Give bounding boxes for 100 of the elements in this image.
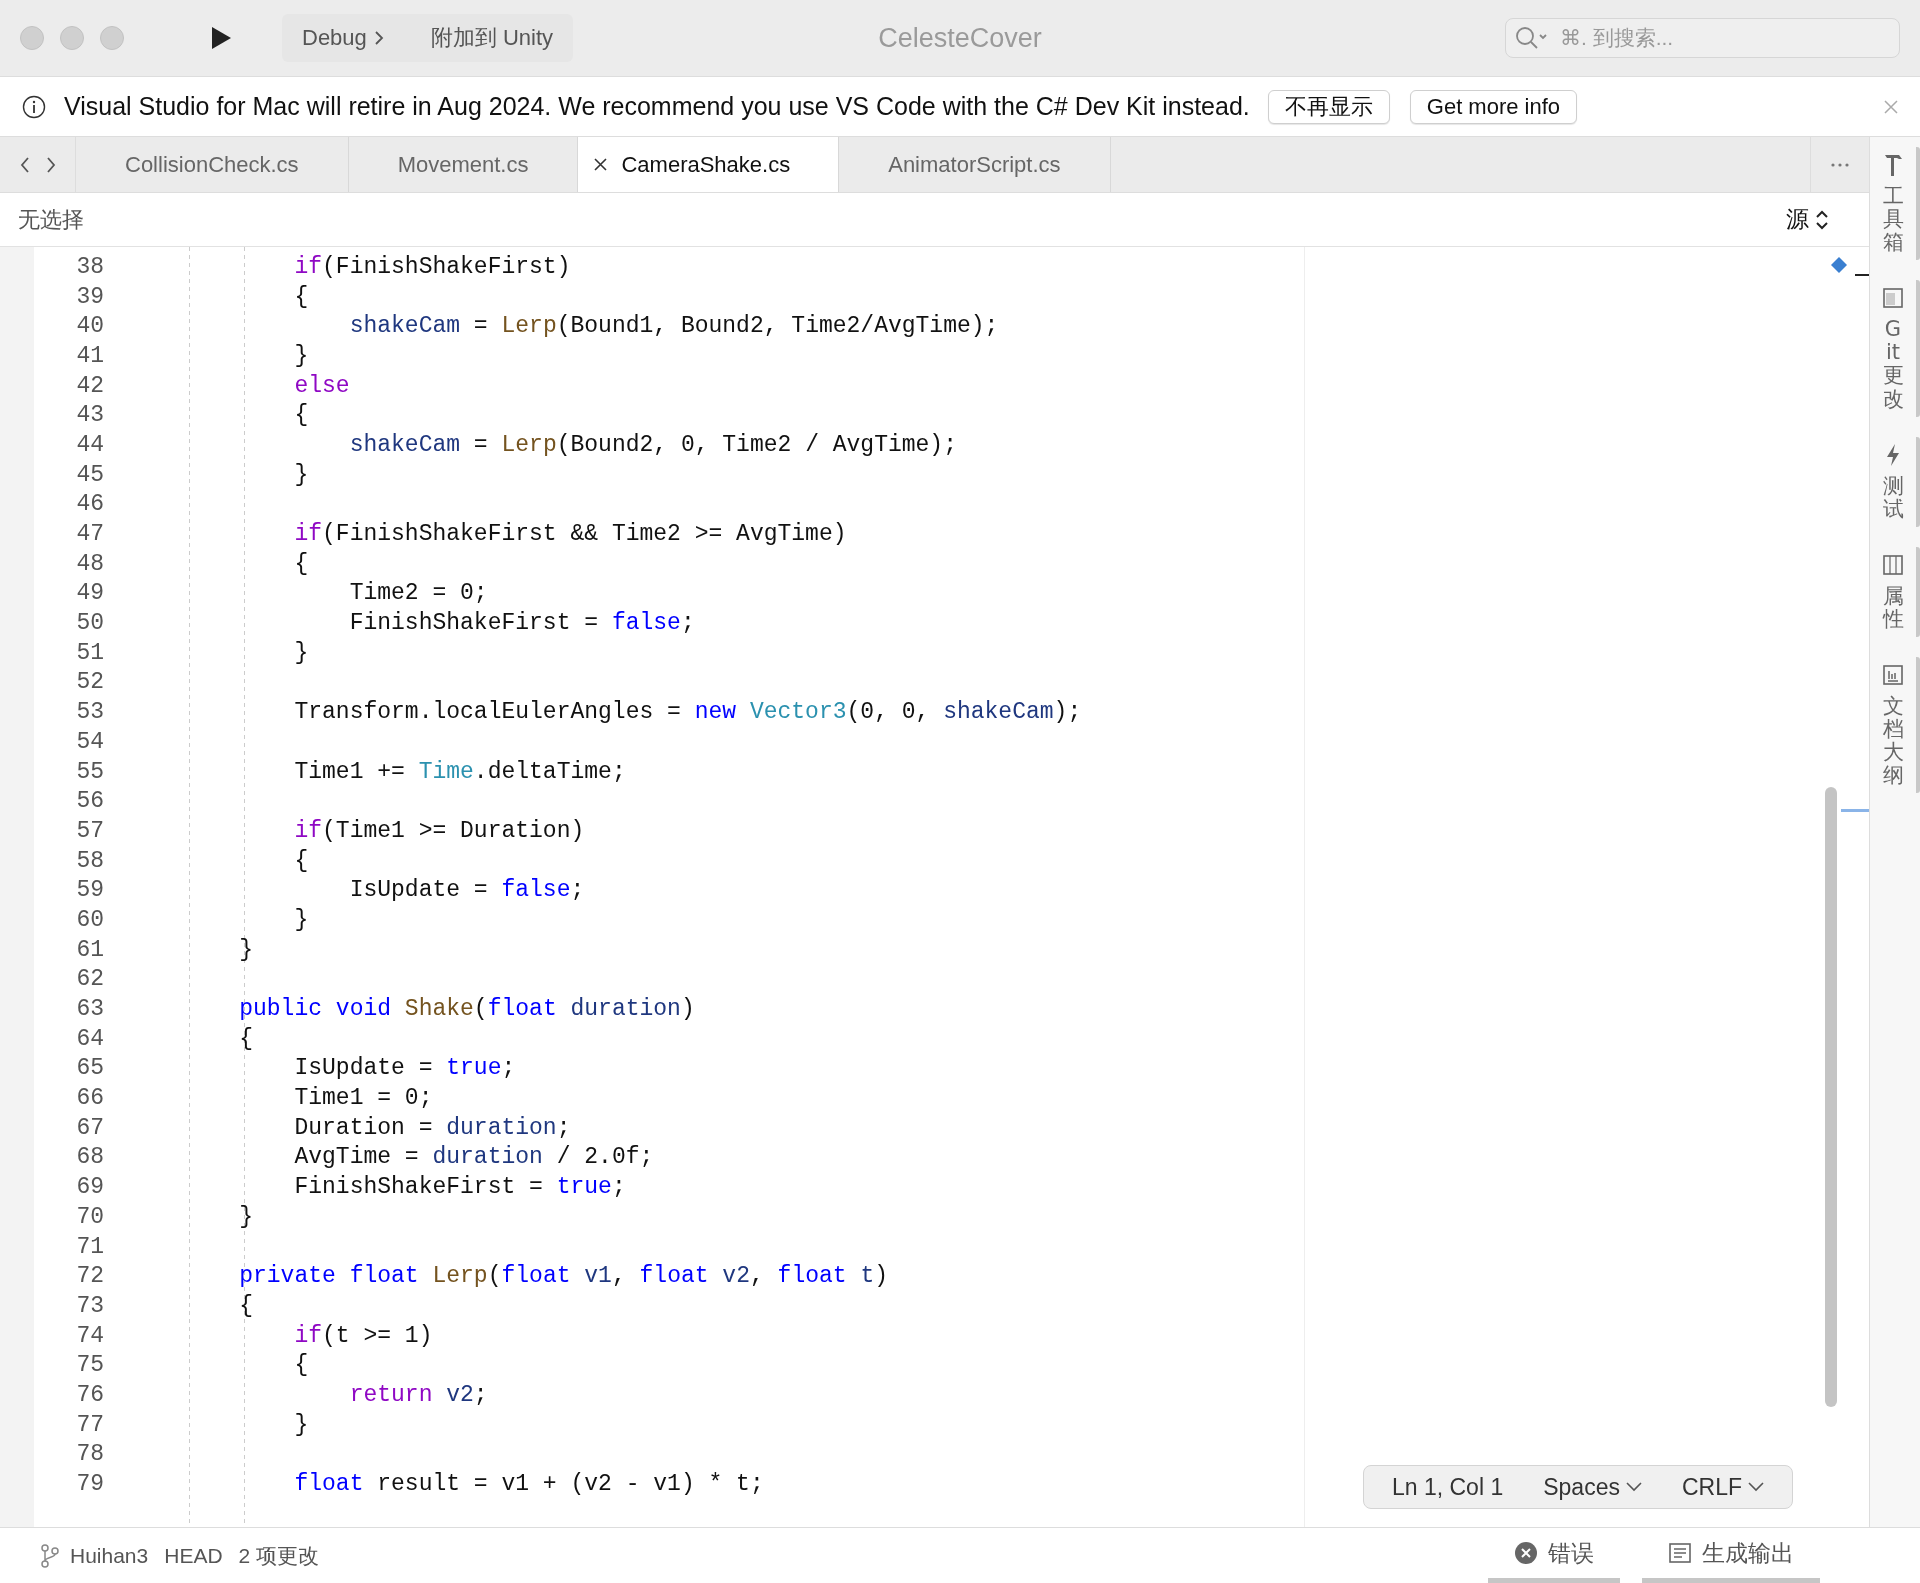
line-number: 63 bbox=[75, 996, 104, 1023]
code-line: } bbox=[238, 936, 253, 963]
side-panel-tab[interactable]: 文档大纲 bbox=[1870, 657, 1920, 794]
line-number: 60 bbox=[75, 906, 104, 933]
output-icon bbox=[1668, 1541, 1692, 1565]
line-number: 75 bbox=[75, 1352, 104, 1379]
panel-icon bbox=[1882, 286, 1904, 311]
overview-marker bbox=[1855, 274, 1869, 276]
code-line: if(FinishShakeFirst && Time2 >= AvgTime) bbox=[293, 521, 847, 548]
line-number: 54 bbox=[75, 728, 104, 755]
code-line: if(FinishShakeFirst) bbox=[293, 253, 571, 280]
cursor-position: Ln 1, Col 1 bbox=[1391, 1473, 1504, 1501]
line-number: 39 bbox=[75, 283, 104, 310]
line-number: 58 bbox=[75, 847, 104, 874]
line-number: 76 bbox=[75, 1381, 104, 1408]
code-line: { bbox=[293, 1352, 309, 1379]
indentation-selector[interactable]: Spaces bbox=[1543, 1473, 1642, 1501]
line-number: 42 bbox=[75, 372, 104, 399]
view-mode-selector[interactable]: 源 bbox=[1786, 204, 1829, 235]
retirement-notice: Visual Studio for Mac will retire in Aug 2024. We recommend you use VS Code with the C# Dev Kit instead. bbox=[64, 92, 1250, 121]
code-line: } bbox=[293, 342, 309, 369]
side-panel-tab[interactable]: Git 更改 bbox=[1870, 280, 1920, 417]
line-number: 38 bbox=[75, 253, 104, 280]
code-line: Duration = duration; bbox=[293, 1114, 571, 1141]
search-field[interactable]: ⌘. 到搜索... bbox=[1505, 18, 1900, 58]
line-number: 43 bbox=[75, 402, 104, 429]
line-number: 74 bbox=[75, 1322, 104, 1349]
line-number: 47 bbox=[75, 521, 104, 548]
code-line: FinishShakeFirst = false; bbox=[348, 610, 695, 637]
file-tab[interactable]: CollisionCheck.cs bbox=[76, 137, 349, 192]
attach-target-selector[interactable]: 附加到 Unity bbox=[430, 23, 554, 53]
file-tab[interactable]: AnimatorScript.cs bbox=[839, 137, 1111, 192]
code-line: } bbox=[293, 906, 309, 933]
line-number: 48 bbox=[75, 550, 104, 577]
line-number: 55 bbox=[75, 758, 104, 785]
scrollbar-thumb[interactable] bbox=[1825, 787, 1837, 1407]
code-line: private float Lerp(float v1, float v2, float t) bbox=[238, 1263, 889, 1290]
code-line: { bbox=[238, 1292, 253, 1319]
forward-icon[interactable] bbox=[44, 155, 57, 174]
back-icon[interactable] bbox=[18, 155, 31, 174]
line-number: 69 bbox=[75, 1174, 104, 1201]
code-line: { bbox=[293, 402, 309, 429]
branch-name[interactable]: Huihan3 bbox=[70, 1543, 149, 1568]
errors-pad-button[interactable]: 错误 bbox=[1488, 1528, 1620, 1583]
bookmark-icon bbox=[1831, 257, 1847, 273]
code-line: Time2 = 0; bbox=[348, 580, 488, 607]
chevron-right-icon bbox=[372, 31, 385, 45]
chart-icon bbox=[1882, 663, 1904, 688]
code-line: FinishShakeFirst = true; bbox=[293, 1174, 626, 1201]
error-icon bbox=[1514, 1541, 1538, 1565]
code-line: { bbox=[293, 283, 309, 310]
code-line: else bbox=[293, 372, 350, 399]
info-icon bbox=[22, 94, 46, 119]
code-line: if(Time1 >= Duration) bbox=[293, 817, 585, 844]
configuration-selector[interactable]: Debug bbox=[302, 25, 367, 51]
output-pad-button[interactable]: 生成输出 bbox=[1642, 1528, 1820, 1583]
code-line: { bbox=[293, 847, 309, 874]
more-info-button[interactable]: Get more info bbox=[1409, 89, 1578, 124]
grid-icon bbox=[1882, 552, 1904, 577]
file-tab[interactable]: CameraShake.cs bbox=[578, 137, 840, 192]
code-line: shakeCam = Lerp(Bound1, Bound2, Time2/AvgTime); bbox=[348, 313, 999, 340]
code-line: float result = v1 + (v2 - v1) * t; bbox=[293, 1471, 764, 1498]
code-line: { bbox=[238, 1025, 253, 1052]
line-number: 45 bbox=[75, 461, 104, 488]
code-line: } bbox=[238, 1203, 253, 1230]
overview-marker bbox=[1841, 809, 1869, 812]
line-number: 64 bbox=[75, 1025, 104, 1052]
side-panel-tab[interactable]: 工具箱 bbox=[1870, 147, 1920, 261]
line-number: 66 bbox=[75, 1085, 104, 1112]
search-icon bbox=[1515, 26, 1549, 50]
chevron-down-icon bbox=[1748, 1482, 1764, 1492]
hammer-icon bbox=[1882, 153, 1904, 177]
code-line: } bbox=[293, 639, 309, 666]
member-selector[interactable]: 无选择 bbox=[18, 204, 84, 235]
line-number: 41 bbox=[75, 342, 104, 369]
code-line: IsUpdate = true; bbox=[293, 1055, 516, 1082]
line-number: 71 bbox=[75, 1233, 104, 1260]
line-number: 57 bbox=[75, 817, 104, 844]
line-number: 65 bbox=[75, 1055, 104, 1082]
line-number: 40 bbox=[75, 313, 104, 340]
line-number: 59 bbox=[75, 877, 104, 904]
line-ending-selector[interactable]: CRLF bbox=[1681, 1473, 1764, 1501]
head-label: HEAD bbox=[164, 1543, 223, 1568]
up-down-chevron-icon bbox=[1815, 208, 1829, 231]
line-number: 53 bbox=[75, 699, 104, 726]
side-panel-tab[interactable]: 属性 bbox=[1870, 546, 1920, 638]
code-line: shakeCam = Lerp(Bound2, 0, Time2 / AvgTime); bbox=[348, 431, 957, 458]
close-icon[interactable] bbox=[594, 158, 608, 171]
line-number: 50 bbox=[75, 610, 104, 637]
line-number: 67 bbox=[75, 1114, 104, 1141]
line-number: 73 bbox=[75, 1292, 104, 1319]
more-icon[interactable] bbox=[1831, 162, 1849, 167]
line-number: 51 bbox=[75, 639, 104, 666]
changes-count[interactable]: 2 项更改 bbox=[238, 1541, 320, 1570]
dismiss-button[interactable]: 不再显示 bbox=[1267, 89, 1390, 124]
run-button[interactable] bbox=[210, 26, 232, 50]
side-panel-tab[interactable]: 测试 bbox=[1870, 436, 1920, 527]
code-line: { bbox=[293, 550, 309, 577]
code-line: Time1 = 0; bbox=[293, 1085, 433, 1112]
code-line: if(t >= 1) bbox=[293, 1322, 433, 1349]
